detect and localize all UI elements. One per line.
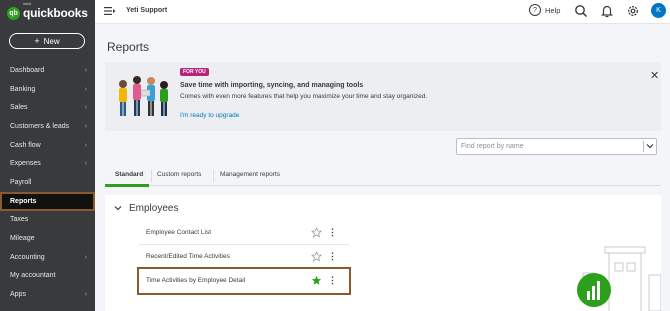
chevron-right-icon: ›	[84, 66, 87, 74]
promo-title: Save time with importing, syncing, and m…	[180, 82, 364, 89]
employees-section: Employees Employee Contact List ⋮ Recent…	[105, 195, 662, 311]
tab-divider	[151, 170, 152, 182]
report-link[interactable]: Employee Contact List	[146, 229, 211, 236]
sidebar-item-label: Dashboard	[10, 66, 45, 74]
sidebar-item-label: Banking	[10, 85, 36, 93]
promo-subtitle: Comes with even more features that help …	[180, 93, 428, 100]
report-row[interactable]: Employee Contact List ⋮	[139, 221, 349, 245]
active-tab-indicator	[105, 184, 149, 187]
sidebar-item-label: Sales	[10, 104, 28, 112]
sidebar-item-dashboard[interactable]: Dashboard ›	[0, 61, 95, 80]
search-divider	[643, 141, 644, 152]
upgrade-link[interactable]: I'm ready to upgrade	[180, 112, 239, 119]
top-bar: Yeti Support ? Help K	[95, 0, 670, 24]
report-link[interactable]: Recent/Edited Time Activities	[146, 253, 230, 260]
for-you-badge: FOR YOU	[180, 68, 209, 76]
sidebar-item-taxes[interactable]: Taxes	[0, 211, 95, 230]
sidebar-item-label: Mileage	[10, 235, 35, 243]
sidebar-item-mileage[interactable]: Mileage	[0, 229, 95, 248]
report-search-input[interactable]: Find report by name	[456, 138, 657, 155]
promo-banner: FOR YOU Save time with importing, syncin…	[105, 62, 661, 131]
sidebar-item-label: Payroll	[10, 178, 32, 186]
section-title[interactable]: Employees	[129, 203, 178, 214]
report-tabs: Standard Custom reports Management repor…	[105, 166, 661, 187]
search-icon[interactable]	[574, 4, 588, 18]
new-button-label: New	[43, 36, 60, 46]
report-row-highlighted[interactable]: Time Activities by Employee Detail ⋮	[137, 267, 351, 295]
close-icon[interactable]: ✕	[650, 69, 659, 82]
company-name[interactable]: Yeti Support	[126, 7, 167, 14]
chevron-down-icon[interactable]	[646, 142, 654, 152]
sidebar-item-banking[interactable]: Banking ›	[0, 80, 95, 99]
page-title: Reports	[107, 40, 150, 54]
hamburger-icon[interactable]	[104, 6, 116, 19]
sidebar-item-label: My accountant	[10, 272, 56, 280]
sidebar: qb intuit quickbooks + New Dashboard › Ban…	[0, 0, 95, 311]
sidebar-item-apps[interactable]: Apps ›	[0, 285, 95, 304]
more-options-icon[interactable]: ⋮	[328, 274, 337, 286]
chevron-right-icon: ›	[84, 253, 87, 261]
chevron-down-icon[interactable]	[114, 204, 122, 214]
sidebar-item-sales[interactable]: Sales ›	[0, 98, 95, 117]
star-filled-icon[interactable]	[311, 275, 322, 286]
quickbooks-logo[interactable]: qb intuit quickbooks	[7, 2, 88, 21]
quickbooks-logo-mark: qb	[7, 6, 20, 20]
tab-standard[interactable]: Standard	[115, 171, 143, 178]
plus-icon: +	[34, 36, 40, 46]
sidebar-item-reports[interactable]: Reports	[0, 191, 95, 211]
gear-icon[interactable]	[626, 4, 640, 18]
star-outline-icon[interactable]	[311, 250, 322, 262]
sidebar-item-cash-flow[interactable]: Cash flow ›	[0, 136, 95, 155]
sidebar-item-label: Customers & leads	[10, 122, 70, 130]
sidebar-item-label: Taxes	[10, 216, 29, 224]
sidebar-item-label: Cash flow	[10, 141, 41, 149]
tab-divider	[213, 170, 214, 182]
search-placeholder: Find report by name	[461, 143, 524, 150]
report-illustration	[575, 225, 662, 311]
chevron-right-icon: ›	[84, 160, 87, 168]
help-button[interactable]: ? Help	[529, 4, 560, 16]
chevron-right-icon: ›	[84, 141, 87, 149]
logo-intuit: intuit	[23, 2, 32, 6]
avatar[interactable]: K	[651, 3, 666, 18]
sidebar-item-expenses[interactable]: Expenses ›	[0, 154, 95, 173]
help-label: Help	[545, 5, 561, 15]
chevron-right-icon: ›	[84, 85, 87, 93]
sidebar-item-payroll[interactable]: Payroll	[0, 173, 95, 192]
sidebar-nav: Dashboard › Banking › Sales › Customers & lead…	[0, 61, 95, 304]
logo-text: intuit quickbooks	[23, 2, 88, 20]
sidebar-item-label: Expenses	[10, 160, 41, 168]
team-illustration	[111, 70, 175, 126]
chevron-right-icon: ›	[84, 122, 87, 130]
chevron-right-icon: ›	[84, 291, 87, 299]
sidebar-item-label: Accounting	[10, 253, 45, 261]
tab-custom-reports[interactable]: Custom reports	[157, 171, 201, 178]
tab-management-reports[interactable]: Management reports	[220, 171, 280, 178]
sidebar-item-accounting[interactable]: Accounting ›	[0, 248, 95, 267]
report-link[interactable]: Time Activities by Employee Detail	[146, 277, 245, 284]
chevron-right-icon: ›	[84, 104, 87, 112]
sidebar-item-my-accountant[interactable]: My accountant	[0, 267, 95, 286]
more-options-icon[interactable]: ⋮	[328, 226, 337, 238]
report-row[interactable]: Recent/Edited Time Activities ⋮	[139, 245, 349, 269]
new-button[interactable]: + New	[9, 33, 85, 49]
sidebar-item-label: Apps	[10, 291, 26, 299]
help-icon: ?	[529, 4, 541, 16]
more-options-icon[interactable]: ⋮	[328, 250, 337, 262]
sidebar-item-label: Reports	[10, 197, 37, 205]
bell-icon[interactable]	[600, 4, 614, 18]
logo-wordmark: quickbooks	[23, 6, 88, 20]
sidebar-item-customers-leads[interactable]: Customers & leads ›	[0, 117, 95, 136]
star-outline-icon[interactable]	[311, 226, 322, 238]
